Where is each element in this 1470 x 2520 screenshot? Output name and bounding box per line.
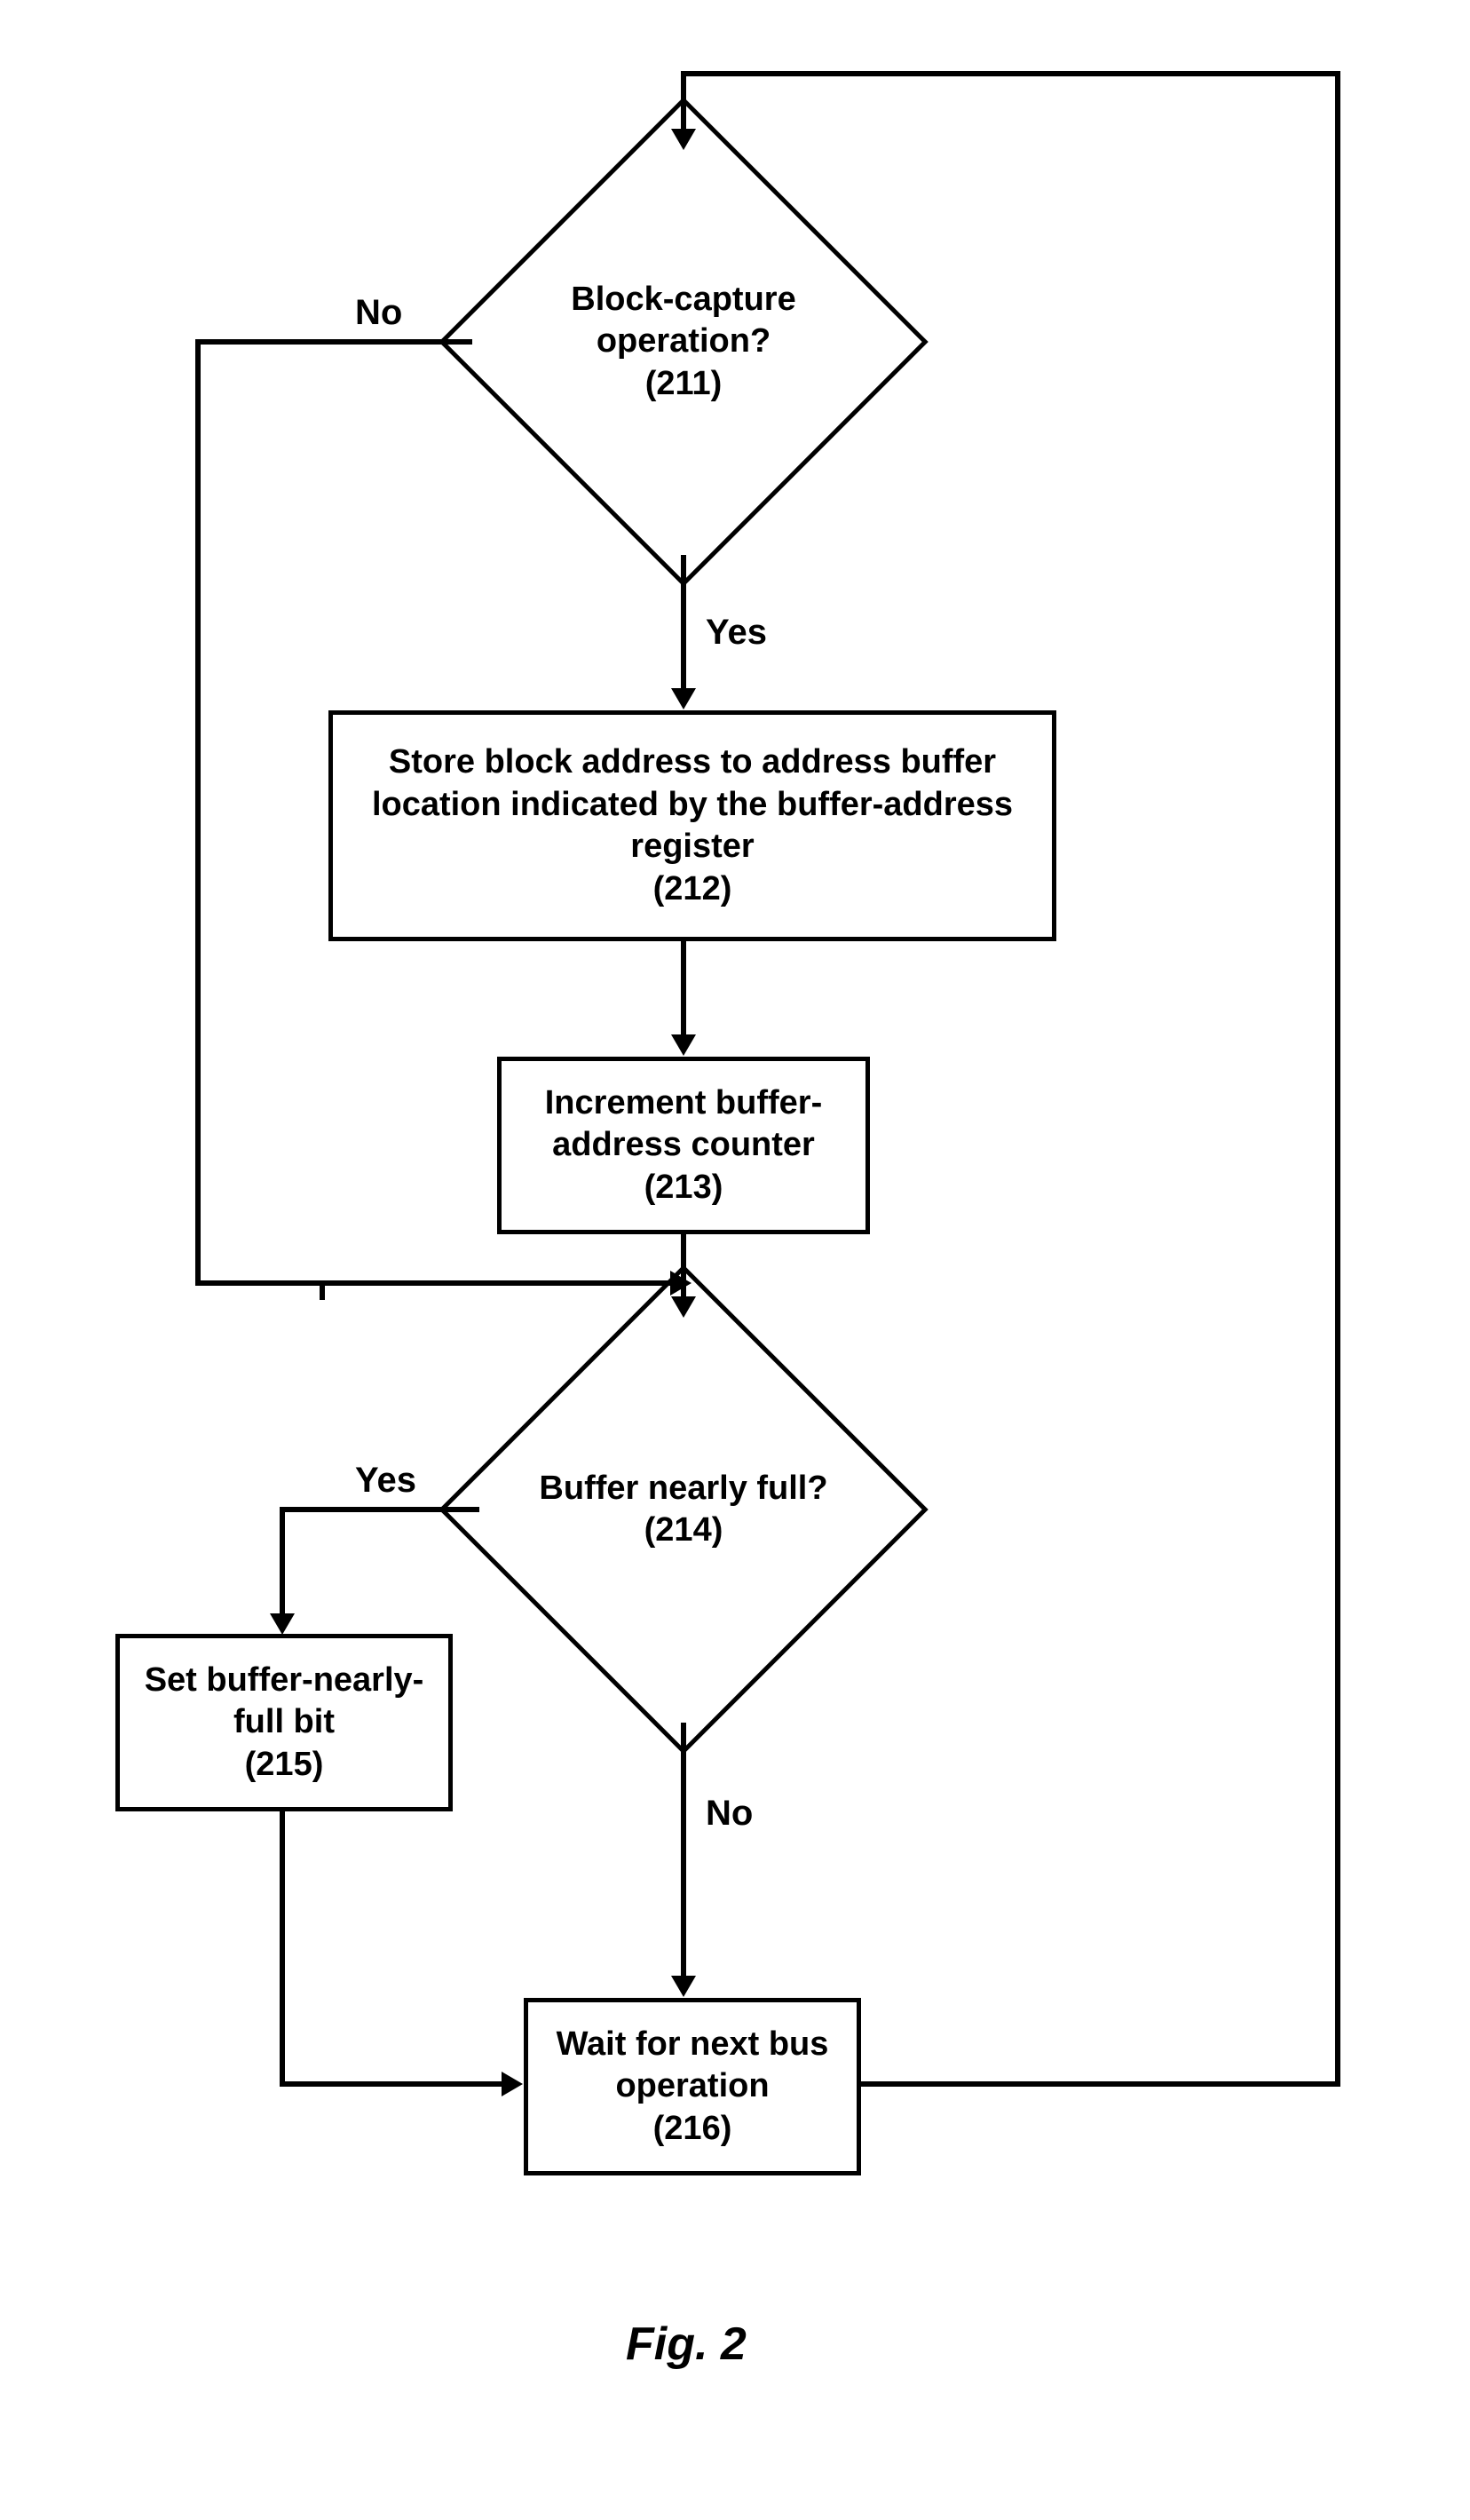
process-212: Store block address to address buffer lo… [328,710,1056,941]
process-213: Increment buffer-address counter (213) [497,1057,870,1234]
flowchart-canvas: Block-capture operation? (211) Store blo… [0,0,1470,2520]
edge-214-no-label: No [706,1794,753,1834]
process-216: Wait for next bus operation (216) [524,1998,861,2175]
process-215: Set buffer-nearly-full bit (215) [115,1634,453,1811]
edge-211-no-label: No [355,293,402,333]
edge-214-yes-label: Yes [355,1461,416,1501]
figure-caption: Fig. 2 [626,2318,747,2371]
edge-211-yes-label: Yes [706,613,767,653]
